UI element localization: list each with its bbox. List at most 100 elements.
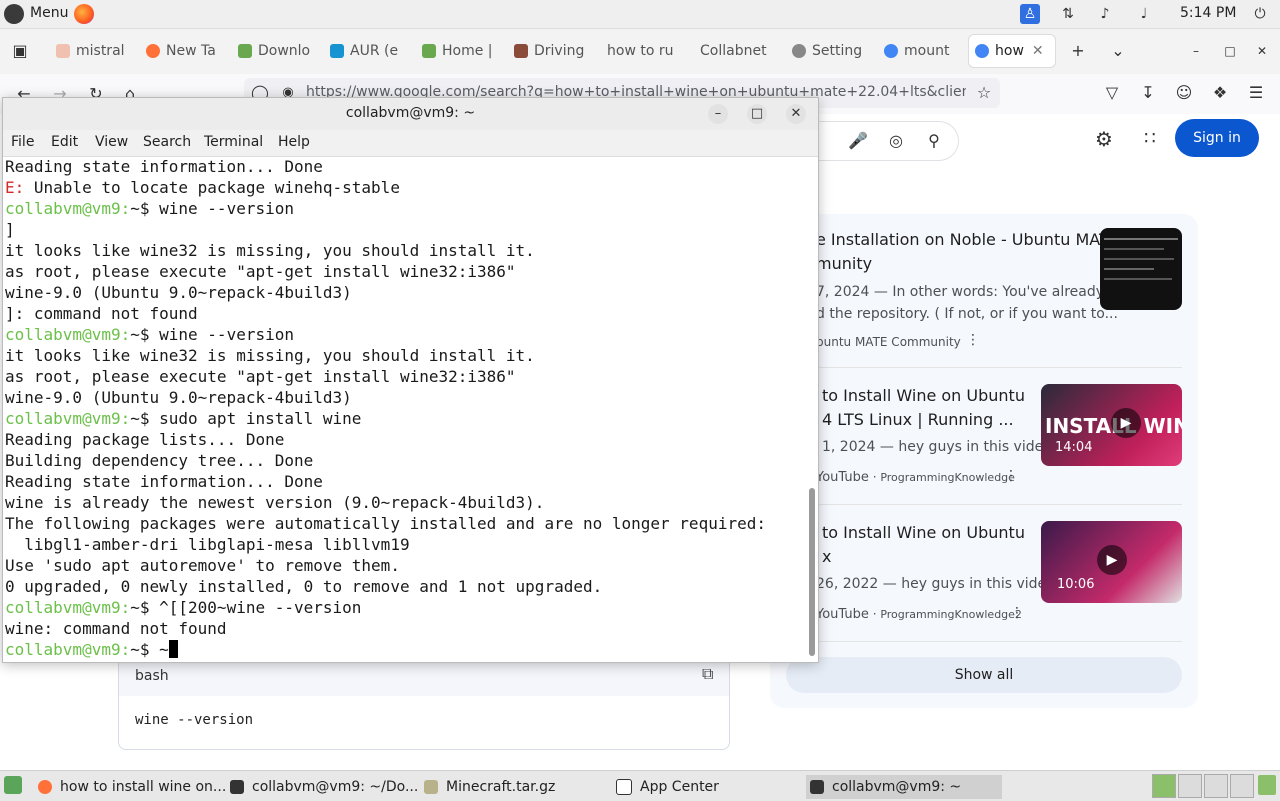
show-desktop-icon[interactable]	[4, 776, 22, 794]
terminal-line: Reading package lists... Done	[5, 429, 800, 450]
bookmark-star-icon[interactable]: ☆	[972, 81, 996, 105]
maximize-icon[interactable]: □	[747, 104, 767, 124]
workspace-3[interactable]	[1204, 774, 1228, 798]
menu-view[interactable]: View	[95, 134, 128, 150]
browser-tab-active[interactable]: how ✕	[968, 34, 1056, 68]
result-title[interactable]: to Install Wine on Ubuntu	[822, 521, 1025, 545]
terminal-titlebar[interactable]: collabvm@vm9: ~ – □ ✕	[3, 98, 818, 130]
workspace-4[interactable]	[1230, 774, 1254, 798]
copy-icon[interactable]: ⧉	[702, 664, 720, 683]
browser-tab[interactable]: Collabnet	[700, 38, 772, 64]
search-icon[interactable]: ⚲	[922, 129, 946, 153]
terminal-output[interactable]: Reading state information... Done E: Unab…	[5, 156, 800, 661]
shell-path: ~$	[130, 640, 150, 659]
taskbar-item[interactable]: Minecraft.tar.gz	[424, 775, 610, 799]
close-icon[interactable]: ✕	[786, 104, 806, 124]
terminal-line: ]: command not found	[5, 303, 800, 324]
search-result[interactable]: to Install Wine on Ubuntu x 26, 2022 — h…	[786, 521, 1182, 631]
play-icon[interactable]: ▶	[1111, 408, 1141, 438]
result-title[interactable]: to Install Wine on Ubuntu	[822, 384, 1025, 408]
result-title-cont[interactable]: munity	[816, 252, 872, 276]
terminal-line: as root, please execute "apt-get install…	[5, 366, 800, 387]
terminal-text: as root, please execute "apt-get install…	[5, 262, 516, 281]
clock[interactable]: 5:14 PM	[1180, 5, 1236, 21]
terminal-window[interactable]: collabvm@vm9: ~ – □ ✕ File Edit View Sea…	[2, 97, 819, 663]
result-source: YouTube · ProgrammingKnowledge	[816, 470, 1015, 485]
shell-prompt: collabvm@vm9:	[5, 409, 131, 428]
taskbar-item[interactable]: how to install wine on...	[38, 775, 226, 799]
account-icon[interactable]: ☺	[1172, 81, 1196, 105]
pocket-icon[interactable]: ▽	[1100, 81, 1124, 105]
browser-tab[interactable]: Setting	[792, 38, 862, 64]
gear-icon[interactable]: ⚙	[1092, 127, 1116, 151]
menu-file[interactable]: File	[11, 134, 34, 150]
play-icon[interactable]: ▶	[1097, 545, 1127, 575]
trash-icon[interactable]	[1258, 775, 1276, 795]
more-options-icon[interactable]: ⋮	[1004, 468, 1018, 484]
minimize-icon[interactable]: –	[1184, 39, 1208, 63]
menu-terminal[interactable]: Terminal	[204, 134, 263, 150]
more-options-icon[interactable]: ⋮	[966, 332, 980, 348]
taskbar-item-active[interactable]: collabvm@vm9: ~	[806, 775, 1002, 799]
notification-bell-icon[interactable]: ♪	[1095, 4, 1115, 24]
shell-path: ~$	[130, 598, 150, 617]
search-box-tools: 🎤 ◎ ⚲	[818, 121, 959, 161]
browser-tab[interactable]: AUR (e	[330, 38, 402, 64]
extensions-icon[interactable]: ❖	[1208, 81, 1232, 105]
terminal-line: collabvm@vm9:~$ wine --version	[5, 324, 800, 345]
new-tab-icon[interactable]: +	[1066, 39, 1090, 63]
chevron-down-icon[interactable]: ⌄	[1106, 39, 1130, 63]
result-title-cont[interactable]: x	[822, 545, 831, 569]
show-all-button[interactable]: Show all	[786, 657, 1182, 693]
more-options-icon[interactable]: ⋮	[1010, 605, 1024, 621]
divider	[816, 504, 1182, 505]
app-center-icon	[616, 779, 632, 795]
browser-tab[interactable]: Downlo	[238, 38, 310, 64]
sidebar-toggle-icon[interactable]: ▣	[8, 39, 32, 63]
lens-icon[interactable]: ◎	[884, 129, 908, 153]
video-thumbnail[interactable]: INSTALL WINE ▶ 14:04	[1041, 384, 1182, 466]
browser-tab[interactable]: New Ta	[146, 38, 220, 64]
menu-edit[interactable]: Edit	[51, 134, 78, 150]
power-icon[interactable]: ⏻	[1250, 4, 1270, 24]
browser-tab[interactable]: mount	[884, 38, 954, 64]
menu-help[interactable]: Help	[278, 134, 310, 150]
search-result[interactable]: e Installation on Noble - Ubuntu MATE mu…	[786, 228, 1182, 358]
browser-tab[interactable]: Driving	[514, 38, 592, 64]
accessibility-icon[interactable]: ♙	[1020, 4, 1040, 24]
terminal-line: collabvm@vm9:~$ sudo apt install wine	[5, 408, 800, 429]
menu-button[interactable]: Menu	[30, 5, 68, 21]
microphone-icon[interactable]: 🎤	[846, 129, 870, 153]
browser-tab[interactable]: Home |	[422, 38, 494, 64]
volume-icon[interactable]: ♩	[1134, 4, 1154, 24]
code-language-label: bash	[135, 668, 169, 684]
browser-tab[interactable]: mistral	[56, 38, 126, 64]
apps-grid-icon[interactable]: ∷	[1138, 127, 1162, 151]
result-title-cont[interactable]: 4 LTS Linux | Running ...	[822, 408, 1014, 432]
close-icon[interactable]: ✕	[1250, 39, 1274, 63]
taskbar-item[interactable]: App Center	[616, 775, 802, 799]
sign-in-button[interactable]: Sign in	[1175, 119, 1259, 157]
menu-search[interactable]: Search	[143, 134, 191, 150]
taskbar-item[interactable]: collabvm@vm9: ~/Do...	[230, 775, 418, 799]
result-thumbnail[interactable]	[1100, 228, 1182, 310]
minimize-icon[interactable]: –	[708, 104, 728, 124]
close-tab-icon[interactable]: ✕	[1032, 43, 1044, 59]
hamburger-menu-icon[interactable]: ☰	[1244, 81, 1268, 105]
download-icon[interactable]: ↧	[1136, 81, 1160, 105]
browser-tab[interactable]: how to ru	[607, 38, 681, 64]
menu-logo-icon[interactable]	[4, 4, 24, 24]
network-icon[interactable]: ⇅	[1058, 4, 1078, 24]
terminal-scrollbar[interactable]	[809, 488, 815, 656]
shell-path: ~$	[130, 199, 150, 218]
terminal-line: libgl1-amber-dri libglapi-mesa libllvm19	[5, 534, 800, 555]
result-title[interactable]: e Installation on Noble - Ubuntu MATE	[816, 228, 1119, 252]
firefox-launcher-icon[interactable]	[74, 4, 94, 24]
video-thumbnail[interactable]: ▶ 10:06	[1041, 521, 1182, 603]
workspace-2[interactable]	[1178, 774, 1202, 798]
firefox-icon	[38, 780, 52, 794]
maximize-icon[interactable]: □	[1218, 39, 1242, 63]
terminal-line: Use 'sudo apt autoremove' to remove them…	[5, 555, 800, 576]
search-result[interactable]: to Install Wine on Ubuntu 4 LTS Linux | …	[786, 384, 1182, 494]
workspace-1[interactable]	[1152, 774, 1176, 798]
